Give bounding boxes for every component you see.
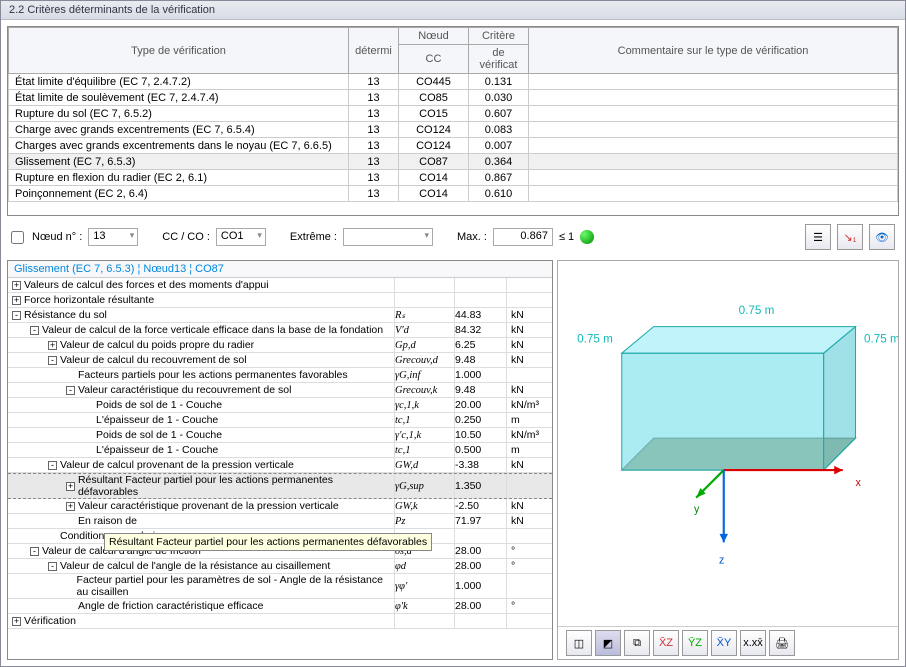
viewer-toolbar: ◫ ◩ ⧉ X̄Z ȲZ X̄Y x.xx̄ 🖨 (558, 626, 898, 659)
svg-text:0.75 m: 0.75 m (864, 333, 898, 346)
table-row[interactable]: Poinçonnement (EC 2, 6.4)13CO140.610 (9, 186, 898, 202)
detail-row[interactable]: +Vérification (8, 614, 552, 629)
view-xz-button[interactable]: X̄Z (653, 630, 679, 656)
col-noeud-grp: Nœud (399, 28, 469, 45)
extreme-combo[interactable] (343, 228, 433, 246)
max-value: 0.867 (493, 228, 553, 246)
detail-row[interactable]: +Force horizontale résultante (8, 293, 552, 308)
svg-text:0.75 m: 0.75 m (739, 304, 775, 317)
view-persp-button[interactable]: ⧉ (624, 630, 650, 656)
extreme-label: Extrême : (290, 231, 337, 243)
tree-toggle-icon[interactable]: - (48, 356, 57, 365)
detail-row[interactable]: Facteurs partiels pour les actions perma… (8, 368, 552, 383)
view-iso2-button[interactable]: ◩ (595, 630, 621, 656)
svg-text:x: x (856, 477, 862, 489)
detail-row[interactable]: Angle de friction caractéristique effica… (8, 599, 552, 614)
detail-row[interactable]: -Valeur de calcul provenant de la pressi… (8, 458, 552, 473)
detail-row[interactable]: +Valeur caractéristique provenant de la … (8, 499, 552, 514)
tree-toggle-icon[interactable]: - (30, 326, 39, 335)
ccco-combo[interactable]: CO1 (216, 228, 266, 246)
detail-row[interactable]: -Valeur de calcul du recouvrement de sol… (8, 353, 552, 368)
tree-toggle-icon[interactable]: - (30, 547, 39, 556)
tree-toggle-icon[interactable]: - (12, 311, 21, 320)
goto-button[interactable]: ↘₁ (837, 224, 863, 250)
tooltip: Résultant Facteur partiel pour les actio… (104, 533, 432, 551)
status-ok-icon (580, 230, 594, 244)
view-button[interactable]: 👁 (869, 224, 895, 250)
table-row[interactable]: Rupture du sol (EC 7, 6.5.2)13CO150.607 (9, 106, 898, 122)
detail-row[interactable]: En raison dePz71.97kN (8, 514, 552, 529)
tree-toggle-icon[interactable]: - (48, 461, 57, 470)
top-panel: Type de vérification détermi Nœud Critèr… (1, 20, 905, 260)
tree-toggle-icon[interactable]: + (66, 502, 75, 511)
tree-toggle-icon[interactable]: - (66, 386, 75, 395)
detail-panel: Glissement (EC 7, 6.5.3) ¦ Nœud13 ¦ CO87… (7, 260, 553, 660)
col-crit-grp: Critère (469, 28, 529, 45)
detail-row[interactable]: -Valeur caractéristique du recouvrement … (8, 383, 552, 398)
ccco-label: CC / CO : (162, 231, 210, 243)
tree-toggle-icon[interactable]: - (48, 562, 57, 571)
table-row[interactable]: Rupture en flexion du radier (EC 2, 6.1)… (9, 170, 898, 186)
detail-row[interactable]: +Résultant Facteur partiel pour les acti… (8, 473, 552, 499)
detail-row[interactable]: Poids de sol de 1 - Coucheγc,1,k20.00kN/… (8, 398, 552, 413)
col-crit: de vérificat (469, 45, 529, 74)
viewer-canvas[interactable]: 0.75 m 0.75 m 0.75 m x y z (558, 261, 898, 626)
col-type: Type de vérification (9, 28, 349, 74)
table-row[interactable]: État limite d'équilibre (EC 7, 2.4.7.2)1… (9, 74, 898, 90)
table-row[interactable]: État limite de soulèvement (EC 7, 2.4.7.… (9, 90, 898, 106)
detail-row[interactable]: L'épaisseur de 1 - Couchetc,10.500m (8, 443, 552, 458)
view-xxx-button[interactable]: x.xx̄ (740, 630, 766, 656)
detail-row[interactable]: Facteur partiel pour les paramètres de s… (8, 574, 552, 599)
noeud-checkbox[interactable] (11, 231, 24, 244)
view-xy-button[interactable]: X̄Y (711, 630, 737, 656)
filter-button[interactable]: ☰ (805, 224, 831, 250)
lower-area: Glissement (EC 7, 6.5.3) ¦ Nœud13 ¦ CO87… (1, 260, 905, 666)
tree-toggle-icon[interactable]: + (12, 617, 21, 626)
detail-row[interactable]: +Valeur de calcul du poids propre du rad… (8, 338, 552, 353)
max-label: Max. : (457, 231, 487, 243)
print-button[interactable]: 🖨 (769, 630, 795, 656)
detail-row[interactable]: L'épaisseur de 1 - Couchetc,10.250m (8, 413, 552, 428)
table-row[interactable]: Charges avec grands excentrements dans l… (9, 138, 898, 154)
detail-title: Glissement (EC 7, 6.5.3) ¦ Nœud13 ¦ CO87 (8, 261, 552, 278)
tree-toggle-icon[interactable]: + (12, 296, 21, 305)
max-cond: ≤ 1 (559, 231, 574, 243)
view-yz-button[interactable]: ȲZ (682, 630, 708, 656)
criteria-table: Type de vérification détermi Nœud Critèr… (8, 27, 898, 202)
noeud-label: Nœud n° : (32, 231, 82, 243)
svg-text:z: z (719, 555, 724, 567)
col-comment: Commentaire sur le type de vérification (529, 28, 898, 74)
model-svg: 0.75 m 0.75 m 0.75 m x y z (558, 261, 898, 626)
table-row[interactable]: Glissement (EC 7, 6.5.3)13CO870.364 (9, 154, 898, 170)
tree-toggle-icon[interactable]: + (12, 281, 21, 290)
tree-toggle-icon[interactable]: + (66, 482, 75, 491)
col-det: détermi (349, 28, 399, 74)
detail-body[interactable]: +Valeurs de calcul des forces et des mom… (8, 278, 552, 659)
svg-text:0.75 m: 0.75 m (577, 333, 613, 346)
criteria-table-wrap: Type de vérification détermi Nœud Critèr… (7, 26, 899, 216)
detail-row[interactable]: -Résistance du solRₛ44.83kN (8, 308, 552, 323)
controls-row: Nœud n° : 13 CC / CO : CO1 Extrême : Max… (7, 216, 899, 254)
view-iso1-button[interactable]: ◫ (566, 630, 592, 656)
viewer-panel: 0.75 m 0.75 m 0.75 m x y z ◫ ◩ ⧉ X̄Z ȲZ … (557, 260, 899, 660)
svg-text:y: y (694, 504, 700, 516)
col-cc: CC (399, 45, 469, 74)
tree-toggle-icon[interactable]: + (48, 341, 57, 350)
detail-row[interactable]: -Valeur de calcul de l'angle de la résis… (8, 559, 552, 574)
detail-row[interactable]: Poids de sol de 1 - Coucheγ'c,1,k10.50kN… (8, 428, 552, 443)
detail-row[interactable]: +Valeurs de calcul des forces et des mom… (8, 278, 552, 293)
panel-title: 2.2 Critères déterminants de la vérifica… (1, 1, 905, 20)
table-row[interactable]: Charge avec grands excentrements (EC 7, … (9, 122, 898, 138)
detail-row[interactable]: -Valeur de calcul de la force verticale … (8, 323, 552, 338)
noeud-combo[interactable]: 13 (88, 228, 138, 246)
